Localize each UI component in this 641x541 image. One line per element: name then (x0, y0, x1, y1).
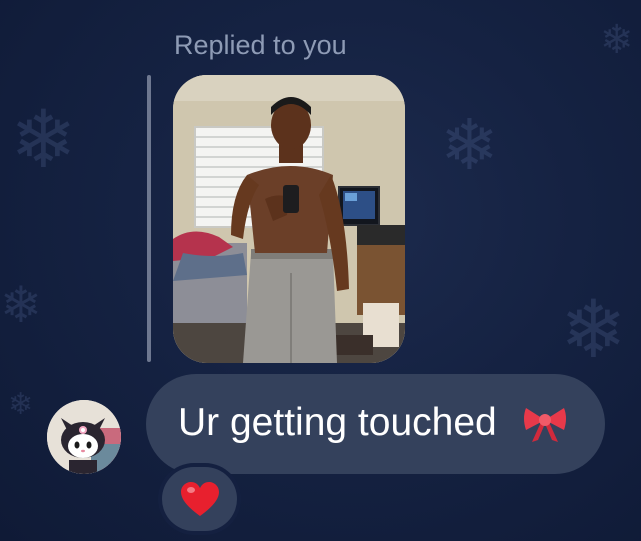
avatar-image (47, 400, 121, 474)
snowflake-icon: ❄ (0, 277, 42, 333)
reply-indicator-line (147, 75, 151, 362)
heart-emoji-icon (181, 482, 219, 516)
mirror-selfie-image (173, 75, 405, 363)
snowflake-icon: ❄ (440, 106, 499, 184)
snowflake-icon: ❄ (10, 95, 78, 184)
reaction-badge[interactable] (162, 467, 237, 531)
snowflake-icon: ❄ (600, 18, 634, 62)
kuromi-avatar[interactable] (47, 400, 121, 474)
replied-photo[interactable] (173, 75, 405, 363)
snowflake-icon: ❄ (8, 388, 34, 421)
ribbon-emoji-icon (524, 408, 566, 442)
message-bubble[interactable]: Ur getting touched (146, 374, 605, 474)
reply-label: Replied to you (174, 30, 347, 60)
snowflake-icon: ❄ (560, 285, 628, 374)
message-text: Ur getting touched (178, 401, 497, 444)
